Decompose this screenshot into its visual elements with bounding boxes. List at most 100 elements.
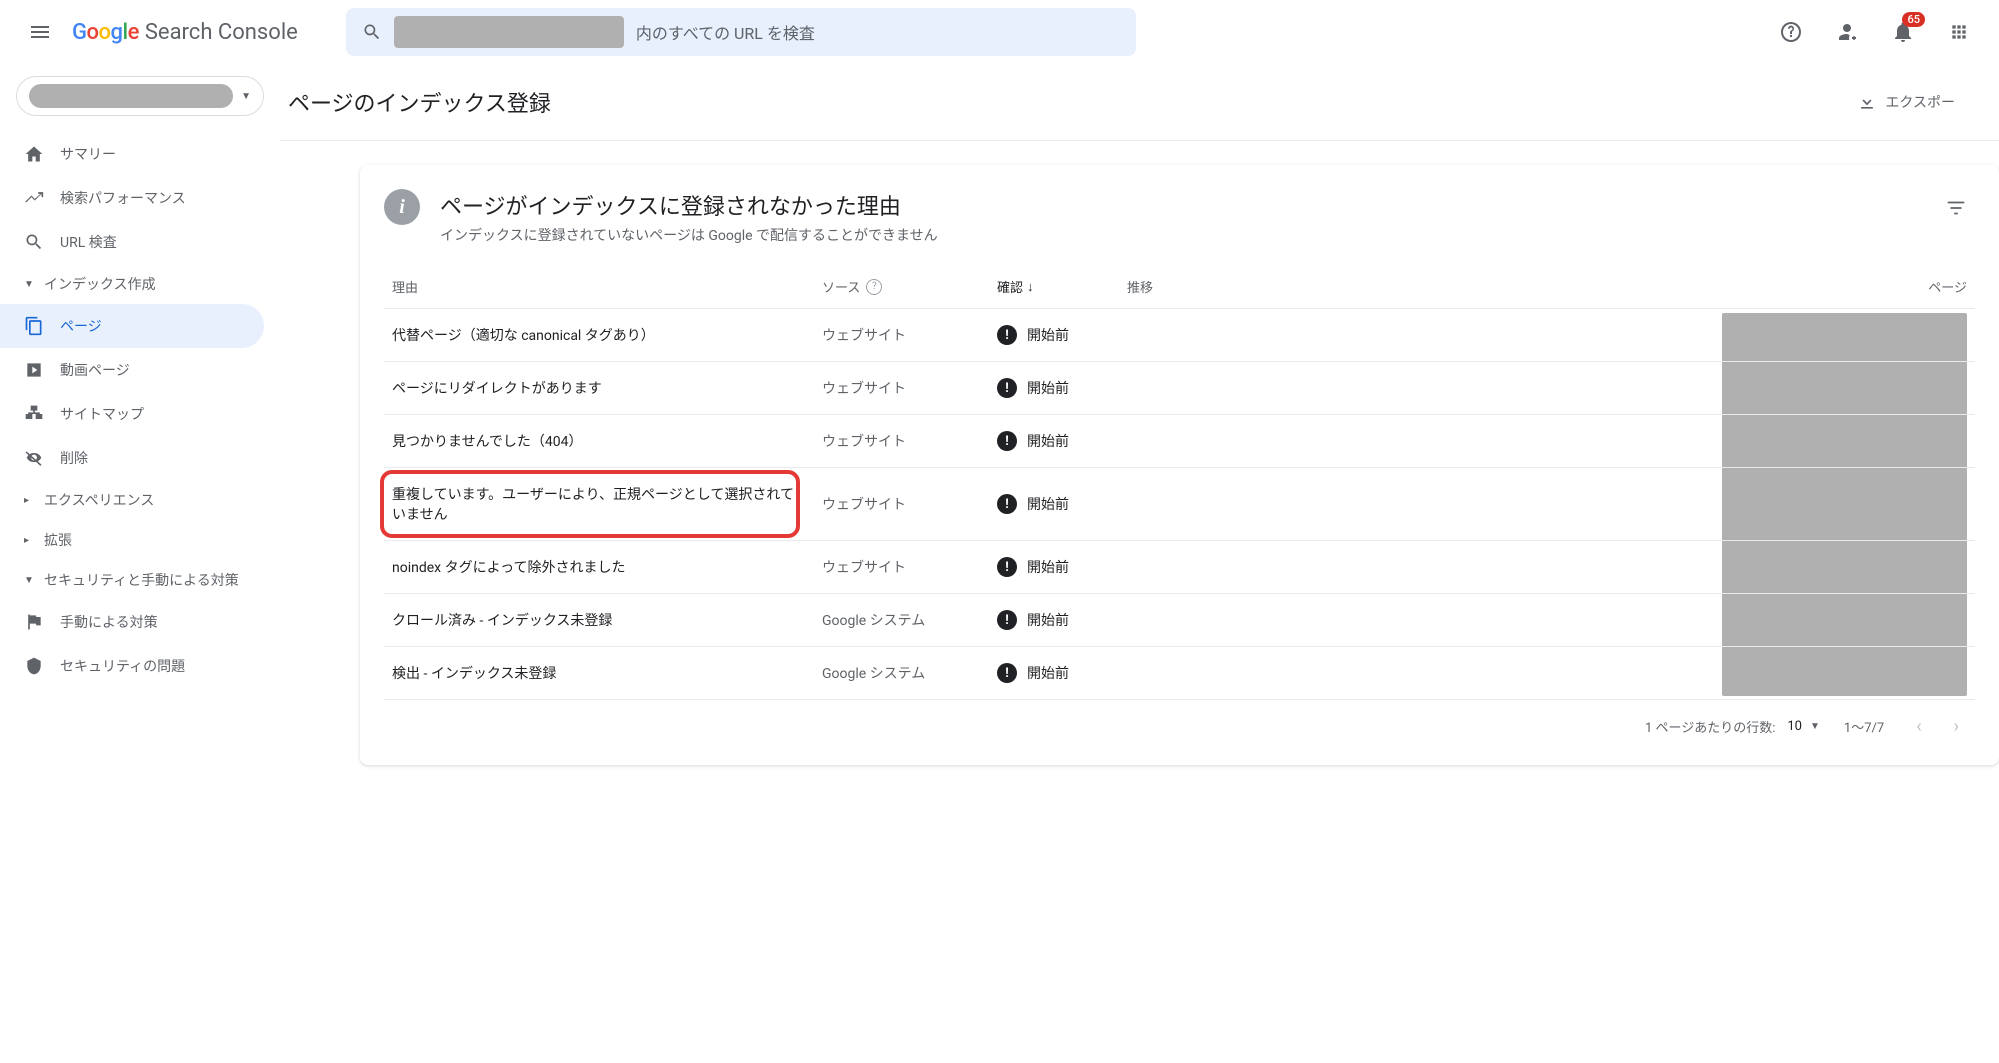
cell-reason: noindex タグによって除外されました <box>392 557 822 577</box>
pages-icon <box>24 316 44 336</box>
sidebar: ▼ サマリー 検索パフォーマンス URL 検査 ▼ インデックス作成 ページ 動… <box>0 64 280 1063</box>
sidebar-section-indexing[interactable]: ▼ インデックス作成 <box>0 264 280 304</box>
prev-page-button[interactable]: ‹ <box>1908 712 1929 741</box>
cell-reason: ページにリダイレクトがあります <box>392 378 822 398</box>
user-settings-button[interactable] <box>1823 8 1871 56</box>
table-row[interactable]: noindex タグによって除外されましたウェブサイト! 開始前 <box>384 541 1975 594</box>
rows-per-page-select[interactable]: 10 ▼ <box>1787 719 1820 734</box>
table-row[interactable]: ページにリダイレクトがありますウェブサイト!開始前 <box>384 362 1975 415</box>
card-title: ページがインデックスに登録されなかった理由 <box>440 189 1917 221</box>
flag-icon <box>24 612 44 632</box>
sidebar-section-security[interactable]: ▼ セキュリティと手動による対策 <box>0 560 280 600</box>
sidebar-item-url-inspect[interactable]: URL 検査 <box>0 220 264 264</box>
table-row[interactable]: 見つかりませんでした（404）ウェブサイト!開始前 <box>384 415 1975 468</box>
sidebar-item-pages[interactable]: ページ <box>0 304 264 348</box>
sidebar-item-performance[interactable]: 検索パフォーマンス <box>0 176 264 220</box>
user-settings-icon <box>1835 20 1859 44</box>
help-button[interactable] <box>1767 8 1815 56</box>
cell-reason: 検出 - インデックス未登録 <box>392 663 822 683</box>
property-selector[interactable]: ▼ <box>16 76 264 116</box>
table-header: 理由 ソース ? 確認 ↓ 推移 ページ <box>384 265 1975 309</box>
filter-button[interactable] <box>1937 189 1975 227</box>
page-header: ページのインデックス登録 エクスポー <box>280 64 1999 141</box>
sidebar-section-label: エクスペリエンス <box>44 490 154 510</box>
main-content: ページのインデックス登録 エクスポー i ページがインデックスに登録されなかった… <box>280 64 1999 1063</box>
sidebar-item-label: 削除 <box>60 448 88 468</box>
cell-source: ウェブサイト <box>822 431 997 451</box>
export-button[interactable]: エクスポー <box>1845 84 1967 120</box>
col-trend[interactable]: 推移 <box>1127 277 1287 296</box>
col-confirm[interactable]: 確認 ↓ <box>997 277 1127 296</box>
sidebar-item-summary[interactable]: サマリー <box>0 132 264 176</box>
logo[interactable]: Google Search Console <box>72 20 298 45</box>
cell-status: !開始前 <box>997 494 1127 514</box>
pagination-range: 1～7/7 <box>1844 717 1884 736</box>
col-reason[interactable]: 理由 <box>392 277 822 296</box>
col-pages[interactable]: ページ <box>1287 277 1967 296</box>
sidebar-item-label: サイトマップ <box>60 404 144 424</box>
col-source[interactable]: ソース ? <box>822 277 997 296</box>
info-icon: i <box>384 189 420 225</box>
apps-button[interactable] <box>1935 8 1983 56</box>
sidebar-item-label: ページ <box>60 316 102 336</box>
next-page-button[interactable]: › <box>1946 712 1967 741</box>
shield-icon <box>24 656 44 676</box>
cell-source: ウェブサイト <box>822 557 997 577</box>
search-icon <box>362 22 382 42</box>
rows-per-page: 1 ページあたりの行数: 10 ▼ <box>1645 717 1820 736</box>
triangle-down-icon: ▼ <box>24 279 36 290</box>
cell-status: ! 開始前 <box>997 431 1127 451</box>
cell-reason: 重複しています。ユーザーにより、正規ページとして選択されていません <box>392 484 822 524</box>
status-icon: ! <box>997 610 1017 630</box>
table-row[interactable]: 検出 - インデックス未登録Google システム!開始前 <box>384 647 1975 700</box>
reasons-table: 理由 ソース ? 確認 ↓ 推移 ページ 代替ページ（適切な canonical… <box>384 265 1975 741</box>
status-icon: ! <box>997 378 1017 398</box>
cell-source: Google システム <box>822 610 997 630</box>
status-icon: ! <box>997 431 1017 451</box>
table-row[interactable]: クロール済み - インデックス未登録Google システム!開始前 <box>384 594 1975 647</box>
page-title: ページのインデックス登録 <box>280 86 551 118</box>
notifications-button[interactable]: 65 <box>1879 8 1927 56</box>
export-label: エクスポー <box>1885 92 1955 112</box>
cell-source: ウェブサイト <box>822 494 997 514</box>
cell-reason: 代替ページ（適切な canonical タグあり） <box>392 325 822 345</box>
sidebar-item-removals[interactable]: 削除 <box>0 436 264 480</box>
menu-button[interactable] <box>16 8 64 56</box>
status-label: 開始前 <box>1027 431 1069 451</box>
card-header: i ページがインデックスに登録されなかった理由 インデックスに登録されていないペ… <box>384 189 1975 245</box>
reasons-card: i ページがインデックスに登録されなかった理由 インデックスに登録されていないペ… <box>360 165 1999 765</box>
cell-status: !開始前 <box>997 378 1127 398</box>
sidebar-item-security-issues[interactable]: セキュリティの問題 <box>0 644 264 688</box>
sidebar-section-enhancements[interactable]: ▸ 拡張 <box>0 520 280 560</box>
sidebar-item-label: 検索パフォーマンス <box>60 188 186 208</box>
cell-status: !開始前 <box>997 663 1127 683</box>
video-icon <box>24 360 44 380</box>
status-label: 開始前 <box>1027 610 1069 630</box>
search-property-redacted <box>394 16 624 48</box>
product-name: Search Console <box>145 20 298 45</box>
pagination: 1 ページあたりの行数: 10 ▼ 1～7/7 ‹ › <box>384 700 1975 741</box>
sidebar-item-manual-actions[interactable]: 手動による対策 <box>0 600 264 644</box>
search-icon <box>24 232 44 252</box>
home-icon <box>24 144 44 164</box>
sidebar-item-video-pages[interactable]: 動画ページ <box>0 348 264 392</box>
sidebar-item-label: 手動による対策 <box>60 612 158 632</box>
table-row[interactable]: 代替ページ（適切な canonical タグあり）ウェブサイト!開始前 <box>384 309 1975 362</box>
cell-status: ! 開始前 <box>997 610 1127 630</box>
help-icon[interactable]: ? <box>866 279 882 295</box>
download-icon <box>1857 92 1877 112</box>
table-row[interactable]: 重複しています。ユーザーにより、正規ページとして選択されていませんウェブサイト!… <box>384 468 1975 541</box>
sidebar-item-label: セキュリティの問題 <box>60 656 185 676</box>
status-icon: ! <box>997 557 1017 577</box>
sidebar-section-experience[interactable]: ▸ エクスペリエンス <box>0 480 280 520</box>
sidebar-item-label: サマリー <box>60 144 116 164</box>
chevron-down-icon: ▼ <box>1810 721 1820 732</box>
apps-icon <box>1949 22 1969 42</box>
sidebar-item-sitemaps[interactable]: サイトマップ <box>0 392 264 436</box>
filter-icon <box>1945 197 1967 219</box>
help-icon <box>1779 20 1803 44</box>
search-bar[interactable]: 内のすべての URL を検査 <box>346 8 1136 56</box>
cell-source: ウェブサイト <box>822 378 997 398</box>
status-label: 開始前 <box>1027 557 1069 577</box>
sidebar-item-label: URL 検査 <box>60 232 117 252</box>
